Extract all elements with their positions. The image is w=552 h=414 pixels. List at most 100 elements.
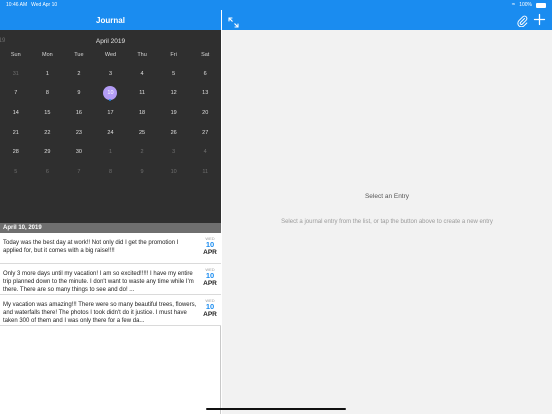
day-number: 28: [12, 149, 19, 156]
entry-month: APR: [203, 280, 217, 287]
day-number: 5: [172, 70, 176, 77]
entry-preview: Only 3 more days until my vacation! I am…: [3, 271, 194, 293]
calendar-day[interactable]: 15: [32, 103, 64, 123]
calendar-day[interactable]: 27: [189, 123, 221, 143]
calendar-day[interactable]: 3: [95, 64, 127, 84]
status-date: Wed Apr 10: [31, 2, 58, 8]
day-number: 21: [12, 129, 19, 136]
day-number: 24: [107, 129, 114, 136]
day-number: 3: [108, 70, 113, 77]
day-number: 9: [140, 168, 144, 175]
calendar-day[interactable]: 1: [95, 142, 127, 162]
weekday-label: Thu: [137, 52, 147, 58]
list-item[interactable]: Today was the best day at work!! Not onl…: [0, 233, 221, 264]
calendar-day[interactable]: 5: [158, 64, 190, 84]
calendar-day[interactable]: 8: [32, 84, 64, 104]
calendar-day[interactable]: 23: [63, 123, 95, 143]
day-number: 2: [77, 70, 81, 77]
entry-date: WED 10 APR: [201, 236, 219, 257]
weekday-label: Sat: [201, 52, 210, 58]
calendar-day[interactable]: 14: [0, 103, 32, 123]
calendar-day[interactable]: 2: [63, 64, 95, 84]
app: 10:46 AM Wed Apr 10 ≈ 100% Journal 2019 …: [0, 0, 552, 414]
calendar-day[interactable]: 7: [63, 162, 95, 182]
calendar-day[interactable]: 6: [32, 162, 64, 182]
calendar-day[interactable]: 12: [158, 84, 190, 104]
calendar-day-selected[interactable]: 10: [95, 84, 127, 104]
calendar-day[interactable]: 17: [95, 103, 127, 123]
calendar-day[interactable]: 28: [0, 142, 32, 162]
calendar-day[interactable]: 4: [189, 142, 221, 162]
day-number: 10: [170, 168, 177, 175]
day-number: 8: [45, 90, 49, 97]
day-number: 22: [44, 129, 51, 136]
day-number: 9: [77, 90, 81, 97]
list-item[interactable]: My vacation was amazing!!! There were so…: [0, 295, 221, 326]
entry-month: APR: [203, 249, 217, 256]
calendar[interactable]: 2019 April 2019 Sun Mon Tue Wed Thu Fri …: [0, 30, 221, 223]
weekday-row: Sun Mon Tue Wed Thu Fri Sat: [0, 52, 221, 58]
day-number: 14: [12, 109, 19, 116]
battery-icon: [536, 2, 546, 8]
home-indicator[interactable]: [206, 408, 346, 410]
calendar-day[interactable]: 8: [95, 162, 127, 182]
calendar-day[interactable]: 6: [189, 64, 221, 84]
calendar-day[interactable]: 11: [126, 84, 158, 104]
entry-preview: Today was the best day at work!! Not onl…: [3, 240, 179, 254]
entry-day: 10: [205, 271, 215, 280]
entries-list: Today was the best day at work!! Not onl…: [0, 233, 221, 326]
calendar-day[interactable]: 24: [95, 123, 127, 143]
day-number: 16: [75, 109, 82, 116]
weekday-label: Fri: [170, 52, 177, 58]
calendar-header: 2019 April 2019: [0, 30, 221, 50]
entries-section-header: April 10, 2019: [0, 223, 221, 233]
calendar-day[interactable]: 22: [32, 123, 64, 143]
day-number: 25: [139, 129, 146, 136]
status-bar: 10:46 AM Wed Apr 10 ≈ 100%: [0, 0, 552, 10]
day-number: 18: [139, 109, 146, 116]
day-number: 23: [75, 129, 82, 136]
calendar-day[interactable]: 26: [158, 123, 190, 143]
calendar-day[interactable]: 29: [32, 142, 64, 162]
plus-icon[interactable]: [533, 13, 546, 26]
day-number: 10: [107, 90, 114, 97]
day-number: 11: [139, 90, 145, 97]
weekday-label: Sun: [10, 52, 21, 58]
day-number: 26: [170, 129, 177, 136]
calendar-day[interactable]: 4: [126, 64, 158, 84]
calendar-day[interactable]: 1: [32, 64, 64, 84]
calendar-day[interactable]: 18: [126, 103, 158, 123]
calendar-day[interactable]: 13: [189, 84, 221, 104]
day-number: 11: [202, 168, 209, 175]
calendar-day[interactable]: 16: [63, 103, 95, 123]
month-label: April 2019: [95, 38, 126, 45]
calendar-day[interactable]: 2: [126, 142, 158, 162]
detail-nav-bar: [222, 10, 552, 30]
calendar-day[interactable]: 20: [189, 103, 221, 123]
day-number: 6: [203, 70, 207, 77]
expand-icon[interactable]: [228, 15, 239, 28]
calendar-day[interactable]: 30: [63, 142, 95, 162]
calendar-days: 31 1 2 3 4 5 6 7 8 9 10 11 12 13 14 15 1…: [0, 64, 221, 182]
calendar-day[interactable]: 10: [158, 162, 190, 182]
calendar-day[interactable]: 31: [0, 64, 32, 84]
calendar-day[interactable]: 21: [0, 123, 32, 143]
day-number: 17: [107, 109, 114, 116]
entry-preview: My vacation was amazing!!! There were so…: [3, 302, 197, 324]
calendar-day[interactable]: 9: [63, 84, 95, 104]
day-number: 5: [14, 168, 18, 175]
calendar-day[interactable]: 9: [126, 162, 158, 182]
calendar-day[interactable]: 19: [158, 103, 190, 123]
entry-date: WED 10 APR: [201, 267, 219, 288]
calendar-day[interactable]: 7: [0, 84, 32, 104]
calendar-day[interactable]: 5: [0, 162, 32, 182]
calendar-day[interactable]: 3: [158, 142, 190, 162]
list-item[interactable]: Only 3 more days until my vacation! I am…: [0, 264, 221, 295]
detail-panel: Select an Entry Select a journal entry f…: [222, 30, 552, 414]
calendar-day[interactable]: 25: [126, 123, 158, 143]
paperclip-icon[interactable]: [517, 14, 528, 28]
day-number: 1: [108, 149, 113, 156]
day-number: 31: [12, 70, 19, 77]
calendar-day[interactable]: 11: [189, 162, 221, 182]
entry-day: 10: [205, 240, 215, 249]
